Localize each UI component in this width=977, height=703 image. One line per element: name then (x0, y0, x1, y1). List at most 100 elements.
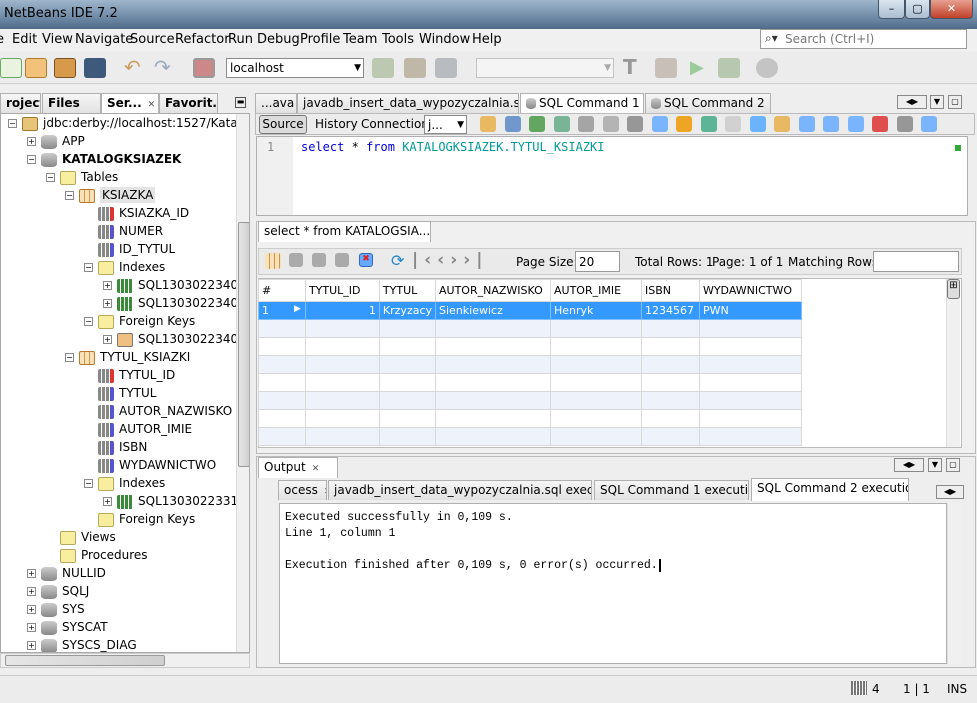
clean-build-icon[interactable] (655, 58, 677, 78)
tree-node[interactable]: + SYSCS_DIAG (27, 636, 137, 652)
table-cell[interactable]: Sienkiewicz (435, 301, 551, 320)
table-cell[interactable] (378, 409, 437, 428)
scroll-tabs-button[interactable]: ◀▶ (897, 95, 927, 109)
redo-icon[interactable]: ↷ (154, 57, 176, 78)
tab-list-dropdown[interactable]: ▼ (928, 458, 942, 472)
tab-sql-command-1[interactable]: SQL Command 1✕ (520, 93, 644, 114)
tree-node[interactable]: − TYTUL_KSIAZKI (65, 348, 190, 366)
add-server-icon[interactable] (372, 58, 394, 78)
menu-run[interactable]: Run (228, 32, 253, 47)
tree-node[interactable]: − KSIAZKA (65, 186, 156, 204)
editor-tool-icon[interactable] (651, 116, 668, 132)
table-row[interactable] (258, 391, 803, 410)
table-cell[interactable] (698, 391, 803, 410)
table-cell[interactable] (550, 355, 642, 374)
editor-tool-icon[interactable] (896, 116, 913, 132)
config-select[interactable]: ▼ (476, 58, 614, 78)
editor-tool-icon[interactable] (921, 116, 937, 132)
collapse-icon[interactable]: − (65, 191, 74, 200)
server-select[interactable]: localhost ▼ (226, 58, 364, 78)
table-cell[interactable] (698, 427, 803, 446)
editor-tool-icon[interactable] (749, 116, 766, 132)
column-header[interactable]: # (258, 279, 306, 302)
editor-tool-icon[interactable] (872, 116, 888, 132)
table-cell[interactable] (435, 373, 551, 392)
tree-node[interactable]: ID_TYTUL (84, 240, 175, 258)
tree-node[interactable]: + SQL130302234036 (103, 330, 249, 348)
expand-icon[interactable]: + (27, 137, 36, 146)
tree-node[interactable]: AUTOR_NAZWISKO (84, 402, 232, 420)
table-cell[interactable] (640, 319, 700, 338)
new-project-icon[interactable] (25, 58, 47, 78)
commit-records-icon[interactable] (312, 253, 326, 267)
tree-node[interactable]: + SQL130302234036 (103, 276, 249, 294)
collapse-icon[interactable]: − (84, 317, 93, 326)
tab-insert-sql[interactable]: javadb_insert_data_wypozyczalnia.sql✕ (297, 93, 519, 113)
menu-navigate[interactable]: Navigate (75, 32, 133, 47)
insert-record-icon[interactable] (265, 253, 281, 269)
editor-tool-icon[interactable] (823, 116, 839, 132)
run-icon[interactable]: ▶ (690, 58, 712, 78)
output-scrollbar[interactable] (947, 503, 961, 664)
tree-node[interactable]: − Indexes (84, 474, 165, 492)
table-cell[interactable]: Krzyzacy (378, 301, 437, 320)
tree-node[interactable]: WYDAWNICTWO (84, 456, 216, 474)
table-cell[interactable] (435, 319, 551, 338)
close-icon[interactable]: ✕ (148, 100, 156, 110)
scrollbar-thumb[interactable] (238, 222, 249, 467)
output-text[interactable]: Executed successfully in 0,109 s. Line 1… (279, 503, 947, 664)
table-cell[interactable] (640, 337, 700, 356)
table-cell[interactable] (435, 409, 551, 428)
collapse-icon[interactable]: − (8, 119, 17, 128)
table-cell[interactable] (304, 391, 380, 410)
tree-node[interactable]: + APP (27, 132, 85, 150)
table-row[interactable] (258, 409, 803, 428)
tree-scrollbar[interactable] (236, 114, 249, 652)
notifications-icon[interactable] (851, 681, 867, 695)
truncate-table-icon[interactable]: ✖ (359, 253, 373, 267)
history-button[interactable]: History (315, 117, 358, 131)
table-cell[interactable] (258, 319, 306, 338)
tree-node[interactable]: − Foreign Keys (84, 312, 195, 330)
table-cell[interactable] (258, 391, 306, 410)
table-cell[interactable] (640, 391, 700, 410)
table-cell[interactable] (550, 319, 642, 338)
expand-icon[interactable]: + (27, 605, 36, 614)
editor-tool-icon[interactable] (676, 116, 692, 132)
tab-sql1-execution[interactable]: SQL Command 1 execution✕ (594, 480, 749, 500)
table-cell[interactable] (304, 337, 380, 356)
table-cell[interactable] (698, 319, 803, 338)
editor-tool-icon[interactable] (725, 116, 741, 132)
tab-insert-execution[interactable]: javadb_insert_data_wypozyczalnia.sql exe… (328, 480, 592, 500)
column-chooser-icon[interactable]: ⊞ (947, 279, 960, 299)
menu-profile[interactable]: Profile (300, 32, 340, 47)
tree-node[interactable]: Foreign Keys (84, 510, 195, 528)
tree-node[interactable]: NUMER (84, 222, 163, 240)
table-row[interactable] (258, 427, 803, 446)
table-row[interactable] (258, 355, 803, 374)
save-all-icon[interactable] (84, 58, 106, 78)
undeploy-icon[interactable] (435, 58, 457, 78)
table-row[interactable] (258, 337, 803, 356)
column-header[interactable]: AUTOR_IMIE (550, 279, 642, 302)
table-cell[interactable] (258, 373, 306, 392)
minimize-button[interactable]: – (878, 0, 905, 19)
sql-editor[interactable]: 1 select * from KATALOGKSIAZEK.TYTUL_KSI… (256, 136, 968, 216)
table-cell[interactable] (258, 355, 306, 374)
close-icon[interactable]: ✕ (312, 464, 320, 474)
maximize-button[interactable]: ▢ (905, 0, 930, 19)
table-cell[interactable] (435, 337, 551, 356)
table-cell[interactable] (640, 355, 700, 374)
tree-node[interactable]: + SQL130302233158 (103, 492, 249, 510)
table-cell[interactable]: PWN (698, 301, 803, 320)
tab-results[interactable]: select * from KATALOGSIA...✕ (258, 221, 431, 242)
pagination-icons[interactable]: |‹‹››| (412, 250, 488, 270)
tab-sql2-execution[interactable]: SQL Command 2 execution✕ (751, 478, 909, 501)
expand-icon[interactable]: + (27, 587, 36, 596)
column-header[interactable]: ISBN (640, 279, 700, 302)
collapse-icon[interactable]: − (65, 353, 74, 362)
tab-files[interactable]: Files (42, 93, 101, 113)
table-cell[interactable]: 1234567 (640, 301, 700, 320)
column-header[interactable]: TYTUL (378, 279, 437, 302)
table-cell[interactable]: Henryk (550, 301, 642, 320)
